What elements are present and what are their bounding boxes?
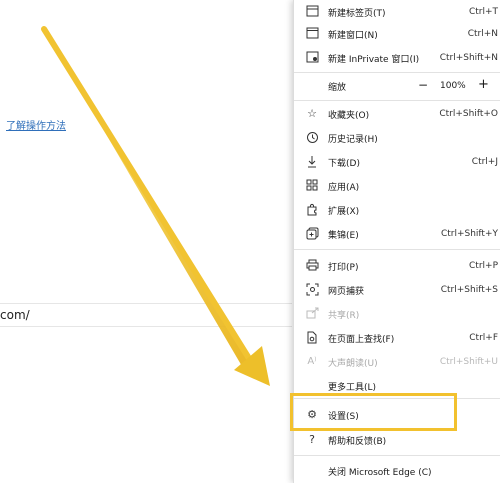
pointer-arrow-annotation	[41, 26, 270, 386]
